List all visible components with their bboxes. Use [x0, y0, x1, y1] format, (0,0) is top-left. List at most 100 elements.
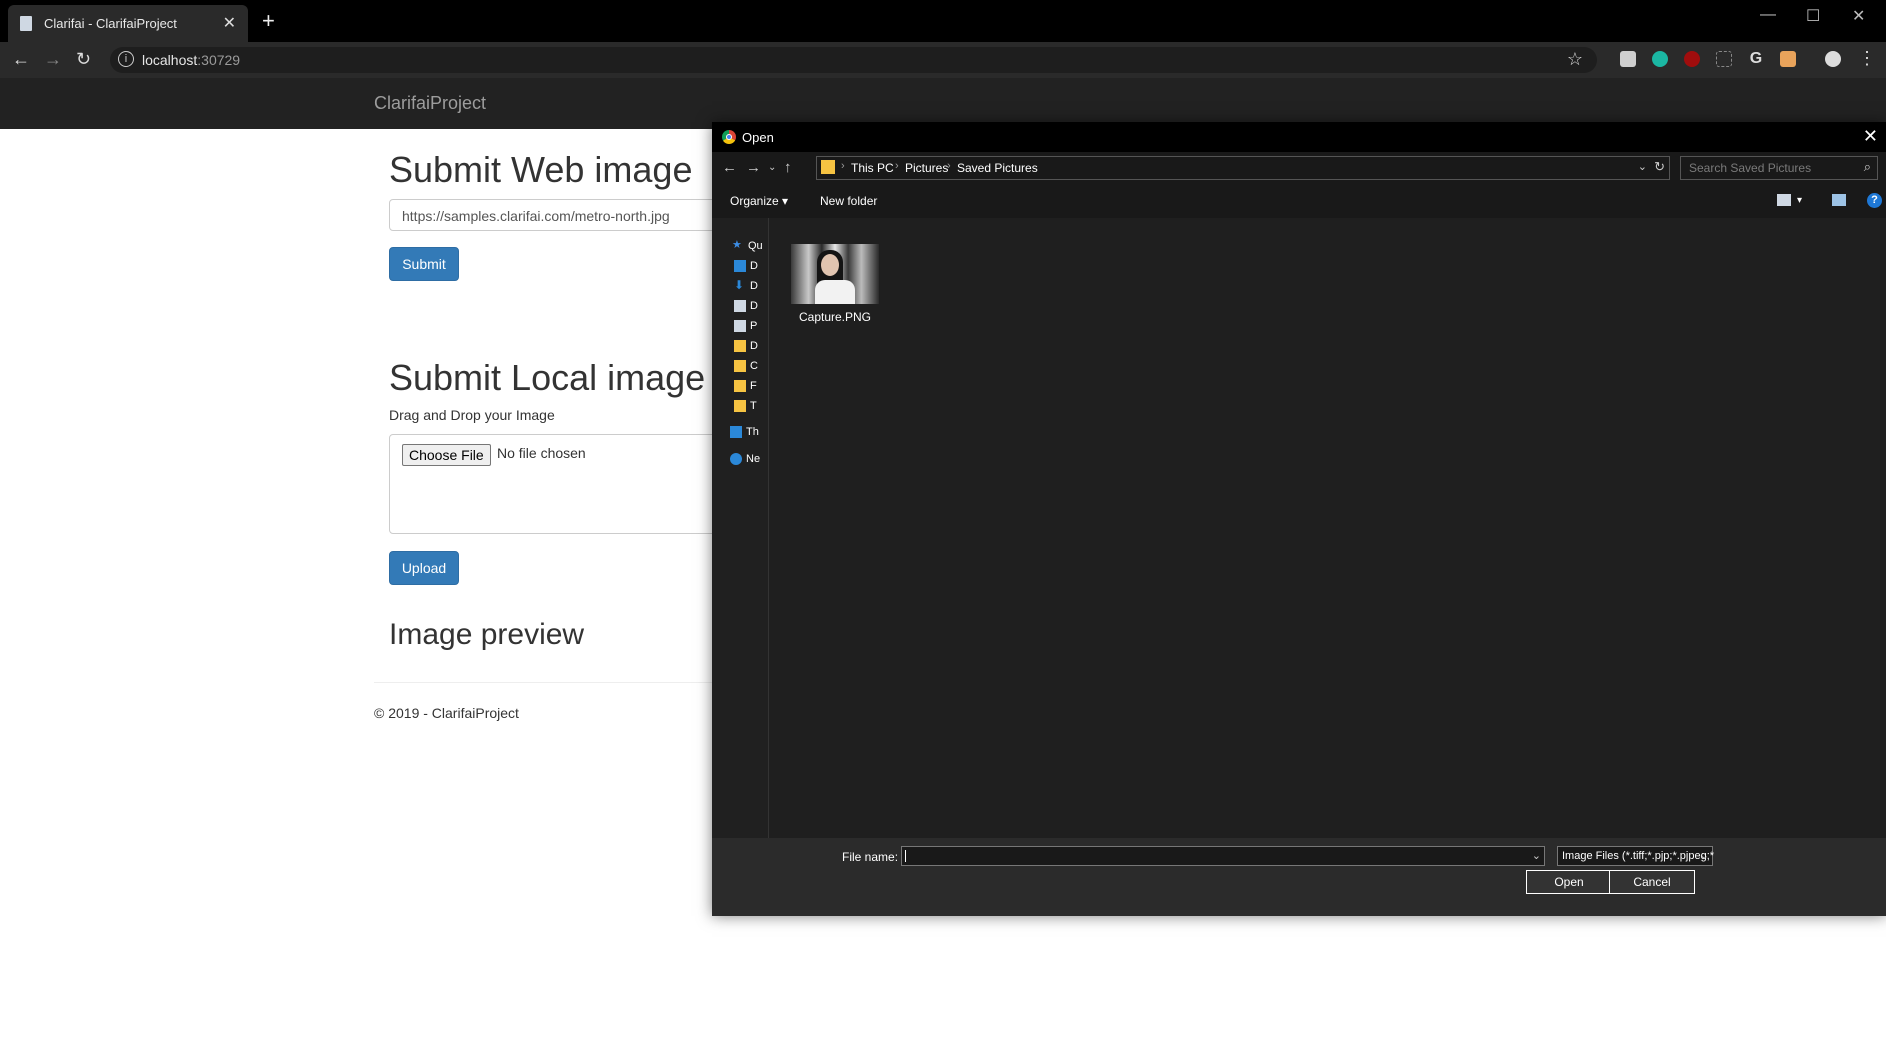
upload-button[interactable]: Upload [389, 551, 459, 585]
footer-text: © 2019 - ClarifaiProject [374, 705, 519, 721]
nav-item-label: Ne [746, 453, 761, 465]
network-icon [730, 453, 742, 465]
browser-tab[interactable]: Clarifai - ClarifaiProject ✕ [8, 5, 248, 43]
site-info-icon[interactable]: i [118, 51, 134, 67]
refresh-icon[interactable]: ↻ [1654, 159, 1665, 175]
reload-icon[interactable]: ↻ [76, 49, 91, 70]
minimize-button[interactable]: — [1760, 6, 1776, 24]
chrome-icon [722, 130, 736, 144]
nav-item-folder[interactable]: T [734, 398, 768, 416]
organize-label: Organize [730, 194, 779, 208]
nav-item-label: T [750, 400, 757, 412]
preview-pane-icon[interactable] [1832, 194, 1846, 206]
local-image-heading: Submit Local image [389, 357, 706, 398]
recent-locations-icon[interactable]: ⌄ [768, 162, 776, 173]
search-placeholder: Search Saved Pictures [1689, 161, 1812, 175]
ublock-icon[interactable] [1684, 51, 1700, 67]
chevron-down-icon: ⌄ [1699, 850, 1709, 862]
browser-titlebar: Clarifai - ClarifaiProject ✕ + — ☐ ✕ [0, 0, 1886, 43]
nav-item-label: D [750, 260, 758, 272]
nav-item-label: F [750, 380, 757, 392]
dialog-forward-icon[interactable]: → [746, 159, 761, 176]
close-window-button[interactable]: ✕ [1852, 6, 1865, 26]
help-icon[interactable]: ? [1867, 193, 1882, 208]
folder-icon [821, 160, 835, 174]
dialog-back-icon[interactable]: ← [722, 159, 737, 176]
nav-item-documents[interactable]: D [734, 298, 768, 316]
cancel-button[interactable]: Cancel [1609, 870, 1695, 894]
nav-item-label: Qu [748, 240, 763, 252]
desktop-icon [734, 260, 746, 272]
file-type-value: Image Files (*.tiff;*.pjp;*.pjpeg;* [1562, 850, 1715, 862]
maximize-button[interactable]: ☐ [1806, 6, 1820, 26]
folder-icon [734, 360, 746, 372]
up-folder-icon[interactable]: ↑ [784, 159, 792, 176]
nav-item-quick-access[interactable]: ★ Qu [732, 238, 766, 256]
dialog-file-list: Capture.PNG [769, 218, 1886, 838]
back-icon[interactable]: ← [12, 49, 30, 70]
extension-icon[interactable] [1716, 51, 1732, 67]
dialog-close-icon[interactable]: ✕ [1863, 126, 1878, 147]
nav-item-label: C [750, 360, 758, 372]
view-dropdown-icon[interactable]: ▾ [1797, 195, 1802, 206]
profile-avatar-icon[interactable] [1825, 51, 1841, 67]
address-bar[interactable]: i localhost:30729 ☆ [110, 47, 1597, 73]
organize-button[interactable]: Organize ▾ [730, 194, 788, 208]
image-preview-heading: Image preview [389, 618, 585, 651]
file-name: Capture.PNG [798, 310, 872, 324]
open-button[interactable]: Open [1526, 870, 1612, 894]
nav-item-downloads[interactable]: ⬇ D [734, 278, 768, 296]
chevron-down-icon[interactable]: ⌄ [1638, 160, 1647, 173]
bookmark-star-icon[interactable]: ☆ [1567, 49, 1583, 70]
extension-icon[interactable] [1652, 51, 1668, 67]
url-port: :30729 [197, 52, 241, 68]
nav-item-folder[interactable]: C [734, 358, 768, 376]
dialog-footer: File name: ⌄ Image Files (*.tiff;*.pjp;*… [712, 838, 1886, 916]
nav-item-desktop[interactable]: D [734, 258, 768, 276]
no-file-text: No file chosen [497, 445, 586, 461]
extension-icon[interactable] [1620, 51, 1636, 67]
nav-item-network[interactable]: Ne [730, 451, 764, 469]
navbar-brand[interactable]: ClarifaiProject [374, 93, 486, 114]
dialog-search-input[interactable]: Search Saved Pictures ⌕ [1680, 156, 1878, 180]
file-name-input[interactable]: ⌄ [901, 846, 1545, 866]
nav-item-label: Th [746, 426, 759, 438]
menu-dots-icon[interactable]: ⋮ [1858, 48, 1876, 69]
extension-icon[interactable] [1780, 51, 1796, 67]
breadcrumb-pictures[interactable]: Pictures [905, 161, 948, 175]
tab-close-icon[interactable]: ✕ [223, 13, 236, 33]
nav-item-folder[interactable]: D [734, 338, 768, 356]
choose-file-button[interactable]: Choose File [402, 444, 491, 466]
file-item[interactable]: Capture.PNG [787, 244, 883, 324]
nav-item-folder[interactable]: F [734, 378, 768, 396]
download-icon: ⬇ [734, 278, 745, 292]
nav-item-this-pc[interactable]: Th [730, 424, 764, 442]
tab-title: Clarifai - ClarifaiProject [44, 16, 177, 31]
submit-button[interactable]: Submit [389, 247, 459, 281]
breadcrumb-saved-pictures[interactable]: Saved Pictures [957, 161, 1038, 175]
new-tab-button[interactable]: + [262, 8, 275, 34]
this-pc-icon [730, 426, 742, 438]
nav-item-pictures[interactable]: P [734, 318, 768, 336]
dialog-titlebar: Open ✕ [712, 122, 1886, 152]
nav-item-label: D [750, 300, 758, 312]
google-g-icon[interactable]: G [1748, 51, 1764, 67]
change-view-icon[interactable] [1777, 194, 1791, 206]
dialog-address-row: ← → ⌄ ↑ › This PC › Pictures › Saved Pic… [712, 152, 1886, 184]
address-url: localhost:30729 [142, 52, 240, 68]
dialog-navigation-pane: ★ Qu D ⬇ D D P D C F T Th Ne [712, 218, 769, 838]
forward-icon[interactable]: → [44, 49, 62, 70]
file-type-select[interactable]: Image Files (*.tiff;*.pjp;*.pjpeg;* ⌄ [1557, 846, 1715, 866]
folder-icon [734, 380, 746, 392]
folder-icon [734, 340, 746, 352]
text-caret [905, 850, 906, 862]
new-folder-button[interactable]: New folder [820, 194, 877, 208]
url-host: localhost [142, 52, 198, 68]
breadcrumb-this-pc[interactable]: This PC [851, 161, 894, 175]
file-thumbnail [791, 244, 879, 304]
pictures-icon [734, 320, 746, 332]
chevron-down-icon[interactable]: ⌄ [1532, 849, 1541, 862]
star-icon: ★ [732, 239, 742, 251]
dialog-command-bar: Organize ▾ New folder ▾ ? [712, 184, 1886, 218]
dialog-breadcrumb-bar[interactable]: › This PC › Pictures › Saved Pictures ⌄ … [816, 156, 1670, 180]
